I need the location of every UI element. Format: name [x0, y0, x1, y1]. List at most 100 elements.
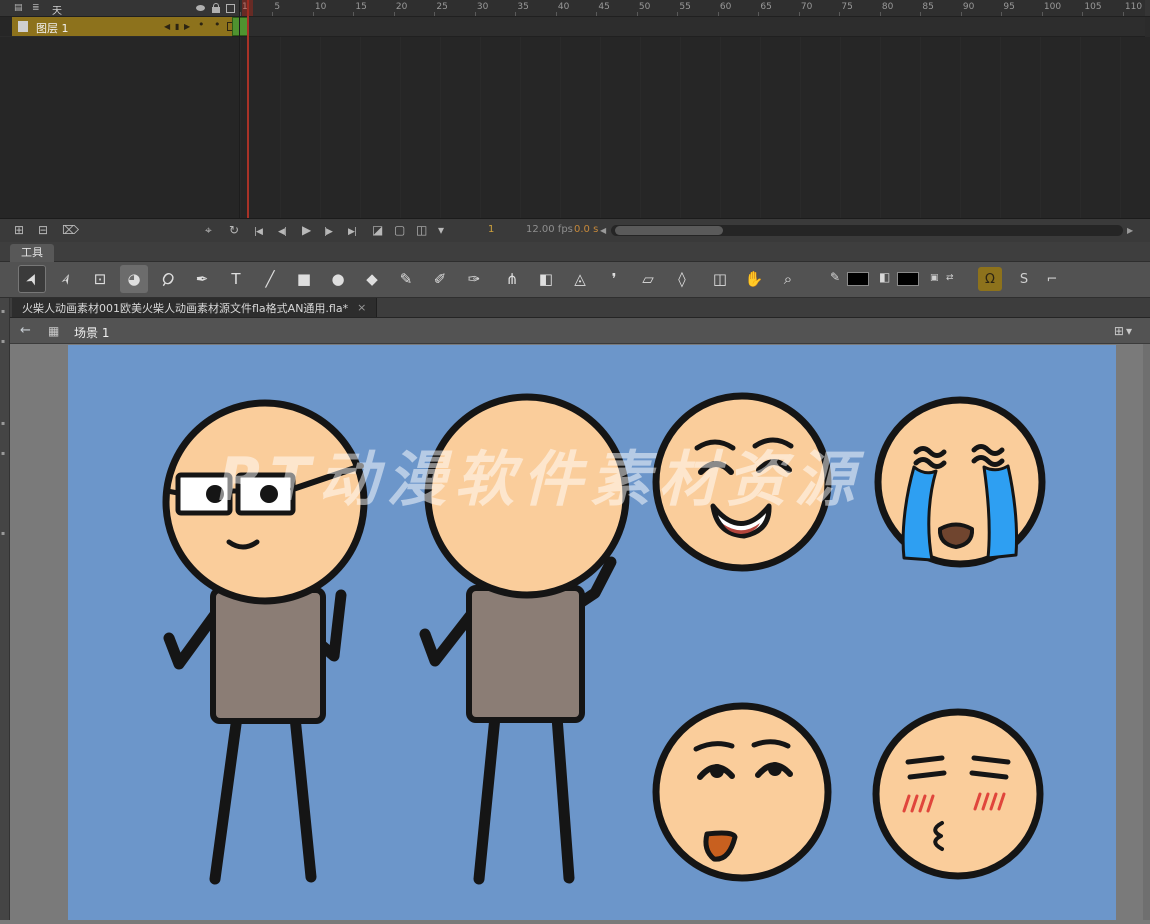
ruler-frame-number-65[interactable]: 65 [760, 2, 771, 12]
face-crying[interactable] [874, 396, 1046, 568]
edit-multiple-frames-button[interactable]: ◫ [416, 223, 427, 237]
new-folder-button[interactable]: ⊟ [38, 223, 48, 237]
go-to-last-frame-button[interactable]: ▶| [348, 225, 357, 239]
eraser-tool[interactable]: ▱ [634, 265, 662, 293]
polystar-tool[interactable]: ◆ [358, 265, 386, 293]
layer-visibility-dot[interactable]: • [198, 18, 205, 31]
stage-right-scroll-strip[interactable] [1143, 344, 1150, 920]
ruler-frame-number-35[interactable]: 35 [517, 2, 528, 12]
ruler-frame-number-50[interactable]: 50 [639, 2, 650, 12]
pen-tool[interactable]: ✒ [188, 265, 216, 293]
ruler-frame-number-105[interactable]: 105 [1084, 2, 1101, 12]
paint-bucket-tool[interactable]: ◧ [532, 265, 560, 293]
line-tool[interactable]: ╱ [256, 265, 284, 293]
subselection-tool[interactable]: ➢ [52, 265, 80, 293]
paint-brush-tool[interactable]: ✑ [460, 265, 488, 293]
ruler-frame-number-70[interactable]: 70 [801, 2, 812, 12]
ruler-frame-number-30[interactable]: 30 [477, 2, 488, 12]
visibility-column-eye-icon[interactable] [196, 5, 205, 11]
ruler-frame-number-95[interactable]: 95 [1003, 2, 1014, 12]
go-to-first-frame-button[interactable]: |◀ [254, 225, 263, 239]
lasso-tool[interactable]: Ϙ [154, 265, 182, 293]
onion-skin-button[interactable]: ◪ [372, 223, 383, 237]
stroke-color-swatch[interactable] [847, 272, 869, 286]
panel-dock-icon[interactable]: ▪ [1, 420, 5, 427]
ruler-frame-number-25[interactable]: 25 [436, 2, 447, 12]
timeline-scroll-left-arrow[interactable]: ◀ [600, 226, 606, 235]
timeline-scrollbar[interactable] [611, 225, 1123, 236]
tools-tab[interactable]: 工具 [10, 244, 54, 262]
eyedropper-tool[interactable]: ❜ [600, 265, 628, 293]
ruler-frame-number-15[interactable]: 15 [355, 2, 366, 12]
document-tab[interactable]: 火柴人动画素材001欧美火柴人动画素材源文件fla格式AN通用.fla* × [12, 298, 378, 317]
ruler-frame-number-60[interactable]: 60 [720, 2, 731, 12]
free-transform-tool[interactable]: ⊡ [86, 265, 114, 293]
panel-dock-icon[interactable]: ▪ [1, 308, 5, 315]
pencil-tool[interactable]: ✎ [392, 265, 420, 293]
modify-markers-button[interactable]: ▾ [438, 223, 444, 237]
timeline-frame-ruler[interactable]: 1510152025303540455055606570758085909510… [240, 0, 1145, 16]
layer-name[interactable]: 图层 1 [36, 20, 69, 36]
stage-canvas[interactable]: RT动漫软件素材资源 [68, 345, 1116, 920]
loop-button[interactable]: ↻ [229, 223, 239, 237]
layer-lock-dot[interactable]: • [214, 18, 221, 31]
gradient-transform-tool[interactable]: ◕ [120, 265, 148, 293]
hand-tool[interactable]: ✋ [740, 265, 768, 293]
step-back-button[interactable]: ◀| [278, 225, 287, 239]
oval-tool[interactable]: ● [324, 265, 352, 293]
playhead[interactable] [247, 0, 249, 218]
close-tab-icon[interactable]: × [357, 301, 366, 314]
ruler-frame-number-110[interactable]: 110 [1125, 2, 1142, 12]
zoom-tool[interactable]: ⌕ [774, 265, 802, 293]
default-colors-button[interactable]: ▣ [930, 273, 939, 283]
face-annoyed[interactable] [872, 708, 1044, 880]
onion-skin-outlines-button[interactable]: ▢ [394, 223, 405, 237]
back-arrow-icon[interactable]: ← [20, 323, 31, 338]
ruler-frame-number-10[interactable]: 10 [315, 2, 326, 12]
current-frame-indicator[interactable]: 1 [488, 224, 494, 235]
center-frame-button[interactable]: ⌖ [205, 223, 212, 237]
edit-symbols-button[interactable]: ⊞▾ [1114, 324, 1134, 338]
play-button[interactable]: ▶ [302, 223, 311, 237]
pasteboard[interactable]: RT动漫软件素材资源 [10, 344, 1150, 920]
bone-tool[interactable]: ⋔ [498, 265, 526, 293]
fill-color-swatch[interactable] [897, 272, 919, 286]
smooth-button[interactable]: S [1012, 267, 1036, 291]
swap-colors-button[interactable]: ⇄ [946, 273, 954, 283]
panel-dock-icon[interactable]: ▪ [1, 530, 5, 537]
ruler-frame-number-85[interactable]: 85 [922, 2, 933, 12]
prev-keyframe-icon[interactable]: ◀ [164, 22, 170, 31]
playhead-marker[interactable] [242, 0, 253, 16]
snap-to-objects-toggle[interactable]: Ω [978, 267, 1002, 291]
delete-layer-button[interactable]: ⌦ [62, 223, 79, 237]
frame-rate-indicator[interactable]: 12.00 fps [526, 224, 573, 235]
camera-tool[interactable]: ◫ [706, 265, 734, 293]
next-keyframe-icon[interactable]: ▶ [184, 22, 190, 31]
scene-breadcrumb[interactable]: 场景 1 [74, 324, 109, 341]
layer-frame-strip[interactable] [232, 17, 1145, 37]
timeline-scroll-right-arrow[interactable]: ▶ [1127, 226, 1133, 235]
ruler-frame-number-80[interactable]: 80 [882, 2, 893, 12]
text-tool[interactable]: T [222, 265, 250, 293]
selection-tool[interactable]: ➤ [18, 265, 46, 293]
keyframe-cell[interactable] [232, 17, 248, 36]
ruler-frame-number-20[interactable]: 20 [396, 2, 407, 12]
ruler-frame-number-75[interactable]: 75 [841, 2, 852, 12]
ruler-frame-number-5[interactable]: 5 [274, 2, 280, 12]
outline-column-icon[interactable] [226, 4, 235, 13]
face-skeptical[interactable] [652, 702, 832, 882]
ruler-frame-number-45[interactable]: 45 [598, 2, 609, 12]
ruler-frame-number-40[interactable]: 40 [558, 2, 569, 12]
timeline-empty-area[interactable] [0, 37, 1150, 218]
panel-dock-icon[interactable]: ▪ [1, 338, 5, 345]
ruler-frame-number-55[interactable]: 55 [679, 2, 690, 12]
timeline-scrollbar-thumb[interactable] [615, 226, 723, 235]
layer-row-selected[interactable]: 图层 1 ◀ ▮ ▶ • • [12, 17, 236, 36]
new-layer-button[interactable]: ⊞ [14, 223, 24, 237]
panel-dock-icon[interactable]: ▪ [1, 450, 5, 457]
ruler-frame-number-90[interactable]: 90 [963, 2, 974, 12]
lock-column-lock-icon[interactable] [212, 3, 220, 13]
straighten-button[interactable]: ⌐ [1040, 267, 1064, 291]
step-forward-button[interactable]: |▶ [324, 225, 333, 239]
brush-tool[interactable]: ✐ [426, 265, 454, 293]
